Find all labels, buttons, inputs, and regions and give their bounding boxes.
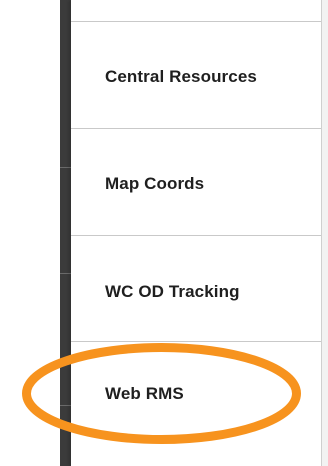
panel-right-edge: [321, 0, 328, 466]
menu-item-label: Web RMS: [105, 384, 184, 403]
menu-item-label: Central Resources: [105, 67, 257, 86]
sidebar-divider: [60, 405, 71, 406]
app-sidebar-edge: [60, 0, 71, 466]
sidebar-divider: [60, 273, 71, 274]
menu-item-wc-od-tracking[interactable]: WC OD Tracking: [71, 236, 321, 342]
menu-item-previous[interactable]: [71, 0, 321, 22]
sidebar-divider: [60, 167, 71, 168]
menu-item-web-rms[interactable]: Web RMS: [71, 342, 321, 466]
screenshot-stage: Central Resources Map Coords WC OD Track…: [0, 0, 328, 466]
menu-item-central-resources[interactable]: Central Resources: [71, 22, 321, 129]
menu-item-map-coords[interactable]: Map Coords: [71, 129, 321, 236]
menu-item-label: WC OD Tracking: [105, 282, 240, 301]
dropdown-menu-panel: Central Resources Map Coords WC OD Track…: [71, 0, 321, 466]
menu-item-label: Map Coords: [105, 174, 205, 193]
